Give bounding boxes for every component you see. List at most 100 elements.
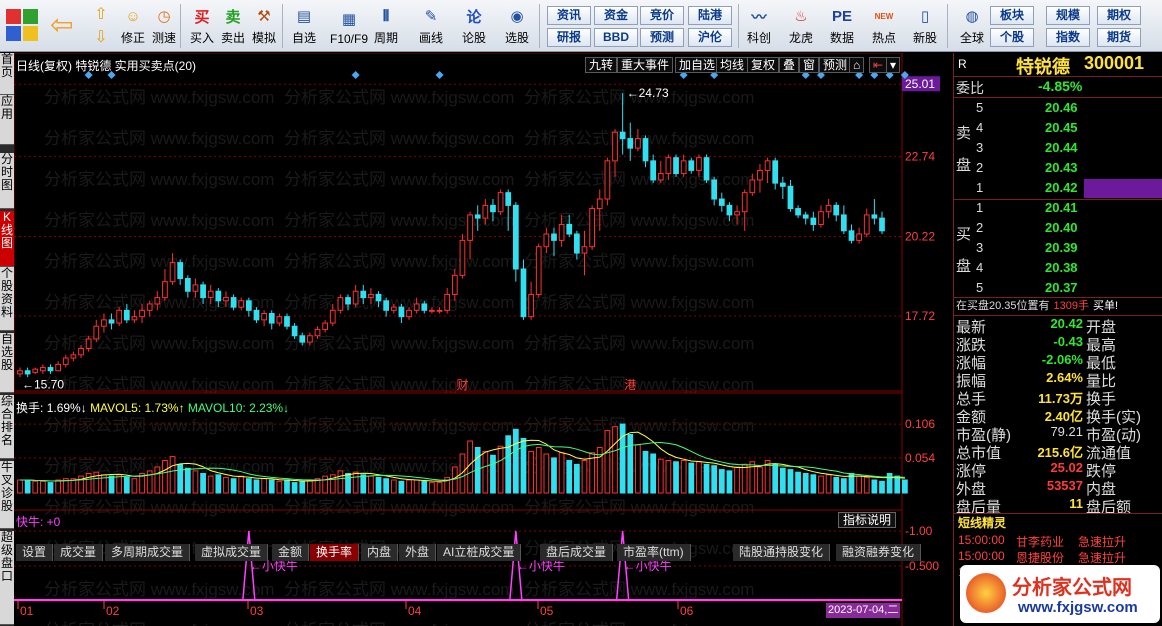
sprite-stock[interactable]: 恩捷股份 [1016,549,1064,566]
price-axis-label: 20.22 [905,230,935,244]
sell-price[interactable]: 20.44 [1045,140,1078,155]
menu-button[interactable]: BBD [594,28,638,47]
toolbar-button-2[interactable]: 买买入 [186,3,218,49]
menu-button[interactable]: 沪伦 [688,28,732,47]
chart-tab[interactable]: 均线 [716,57,749,73]
menu-button[interactable]: 资讯 [547,6,591,25]
menu-button[interactable]: 板块 [990,6,1034,25]
indicator-tab[interactable]: 内盘 [361,544,399,561]
toolbar-button-11[interactable]: 〰科创 [743,3,775,49]
volume-bar [291,482,298,494]
scroll-up-icon[interactable]: ⇧ [90,4,112,24]
buy-price[interactable]: 20.41 [1045,200,1078,215]
sell-price[interactable]: 20.46 [1045,100,1078,115]
left-nav-item[interactable]: 牛叉诊股 [0,461,14,529]
sell-price[interactable]: 20.43 [1045,160,1078,175]
clock-icon: ◷ [157,8,171,25]
left-nav-item[interactable]: 首页 [0,53,14,95]
chart-tab[interactable]: 预测 [819,57,852,73]
dropdown-icon[interactable]: ▾ [886,57,901,73]
chart-tab[interactable]: 九转 [585,57,618,73]
chart-tab[interactable]: 叠 [779,57,800,73]
toolbar-button-7[interactable]: ⦀ 周期 [370,3,402,49]
menu-button[interactable]: 陆港 [688,6,732,25]
indicator-tab[interactable]: 市盈率(ttm) [617,544,691,561]
indicator-tab[interactable]: 换手率 [310,544,360,561]
watermark-text: 分析家公式网 www.fxjgsw.com [284,334,514,353]
indicator-tab[interactable]: 设置 [16,544,54,561]
lock-icon[interactable]: ⌂ [849,57,865,73]
chart-tab[interactable]: 复权 [747,57,780,73]
menu-button[interactable]: 规模 [1046,6,1090,25]
candle [802,211,809,225]
toolbar-button-8[interactable]: ✎ 画线 [415,3,447,49]
chart-tab[interactable]: 窗 [799,57,820,73]
indicator-tab[interactable]: AI立桩成交量 [437,544,522,561]
toolbar-button-5[interactable]: ▤ 自选 [288,3,320,49]
volume-bar [779,467,786,494]
volume-bar [612,426,618,494]
volume-bar [32,480,39,494]
menu-button[interactable]: 预测 [640,28,684,47]
indicator-tab[interactable]: 金额 [272,544,310,561]
prev-arrow-icon[interactable]: ⇤ [869,57,888,73]
indicator-tab[interactable]: 陆股通持股变化 [733,544,831,561]
indicator-tab[interactable]: 外盘 [399,544,437,561]
toolbar-button-3[interactable]: 卖卖出 [217,3,249,49]
toolbar-button-1[interactable]: ◷ 测速 [148,3,180,49]
buy-price[interactable]: 20.40 [1045,220,1078,235]
menu-button[interactable]: 竞价 [640,6,684,25]
sell-price[interactable]: 20.42 [1045,180,1078,195]
candle-body [146,303,153,311]
menu-button[interactable]: 指数 [1046,28,1090,47]
sprite-stock[interactable]: 甘李药业 [1016,533,1064,550]
candle [62,354,69,368]
indicator-tab[interactable]: 盘后成交量 [540,544,614,561]
buy-price[interactable]: 20.38 [1045,260,1078,275]
toolbar-button-6[interactable]: ▦ F10/F9 [328,3,370,49]
menu-button[interactable]: 个股 [990,28,1034,47]
toolbar-button-12[interactable]: ♨ 龙虎 [785,3,817,49]
candle-body [307,335,313,343]
kline-chart[interactable]: 分析家公式网 www.fxjgsw.com 分析家公式网 www.fxjgsw.c… [14,53,953,626]
toolbar-button-14[interactable]: NEW 热点 [868,3,900,49]
back-arrow-icon[interactable]: ⇦ [50,10,73,40]
buy-price[interactable]: 20.39 [1045,240,1078,255]
candle [93,319,100,343]
indicator-description-button[interactable]: 指标说明 [838,512,897,528]
indicator-tab[interactable]: 多周期成交量 [105,544,191,561]
menu-button[interactable]: 研报 [547,28,591,47]
indicator-tab[interactable]: 成交量 [54,544,104,561]
left-nav-item[interactable]: 应用 [0,95,14,145]
scroll-down-icon[interactable]: ⇩ [90,27,112,47]
menu-button[interactable]: 期货 [1097,28,1141,47]
left-nav-item[interactable]: 自选股 [0,333,14,393]
sell-price[interactable]: 20.45 [1045,120,1078,135]
buy-price[interactable]: 20.37 [1045,280,1078,295]
candle [673,154,679,177]
menu-button[interactable]: 期权 [1097,6,1141,25]
left-nav-item[interactable]: 个股资料 [0,267,14,331]
toolbar-button-4[interactable]: ⚒ 模拟 [248,3,280,49]
candle-body [764,160,771,171]
toolbar-button-15[interactable]: ▯ 新股 [909,3,941,49]
sprite-title[interactable]: 短线精灵 [958,514,1006,531]
left-nav-item[interactable]: K线图 [0,211,14,267]
toolbar-button-0[interactable]: ☺ 修正 [117,3,149,49]
indicator-tab[interactable]: 融资融券变化 [836,544,922,561]
menu-button[interactable]: 资金 [594,6,638,25]
candle-body [93,325,100,340]
left-nav-item[interactable]: 分时图 [0,153,14,209]
toolbar-button-16[interactable]: ◍ 全球 [956,3,988,49]
left-nav-item[interactable]: 超级盘口 [0,531,14,625]
notice-buy: 买单! [1093,300,1119,312]
candle-body [17,370,23,375]
app-logo-icon[interactable] [6,9,38,41]
toolbar-button-10[interactable]: ◉ 选股 [501,3,533,49]
left-nav-item[interactable]: 综合排名 [0,395,14,459]
indicator-tab[interactable]: 虚拟成交量 [195,544,269,561]
chart-tab[interactable]: 重大事件 [617,57,674,73]
toolbar-button-13[interactable]: PE 数据 [826,3,858,49]
chart-tab[interactable]: 加自选 [675,57,720,73]
toolbar-button-9[interactable]: 论论股 [458,3,490,49]
